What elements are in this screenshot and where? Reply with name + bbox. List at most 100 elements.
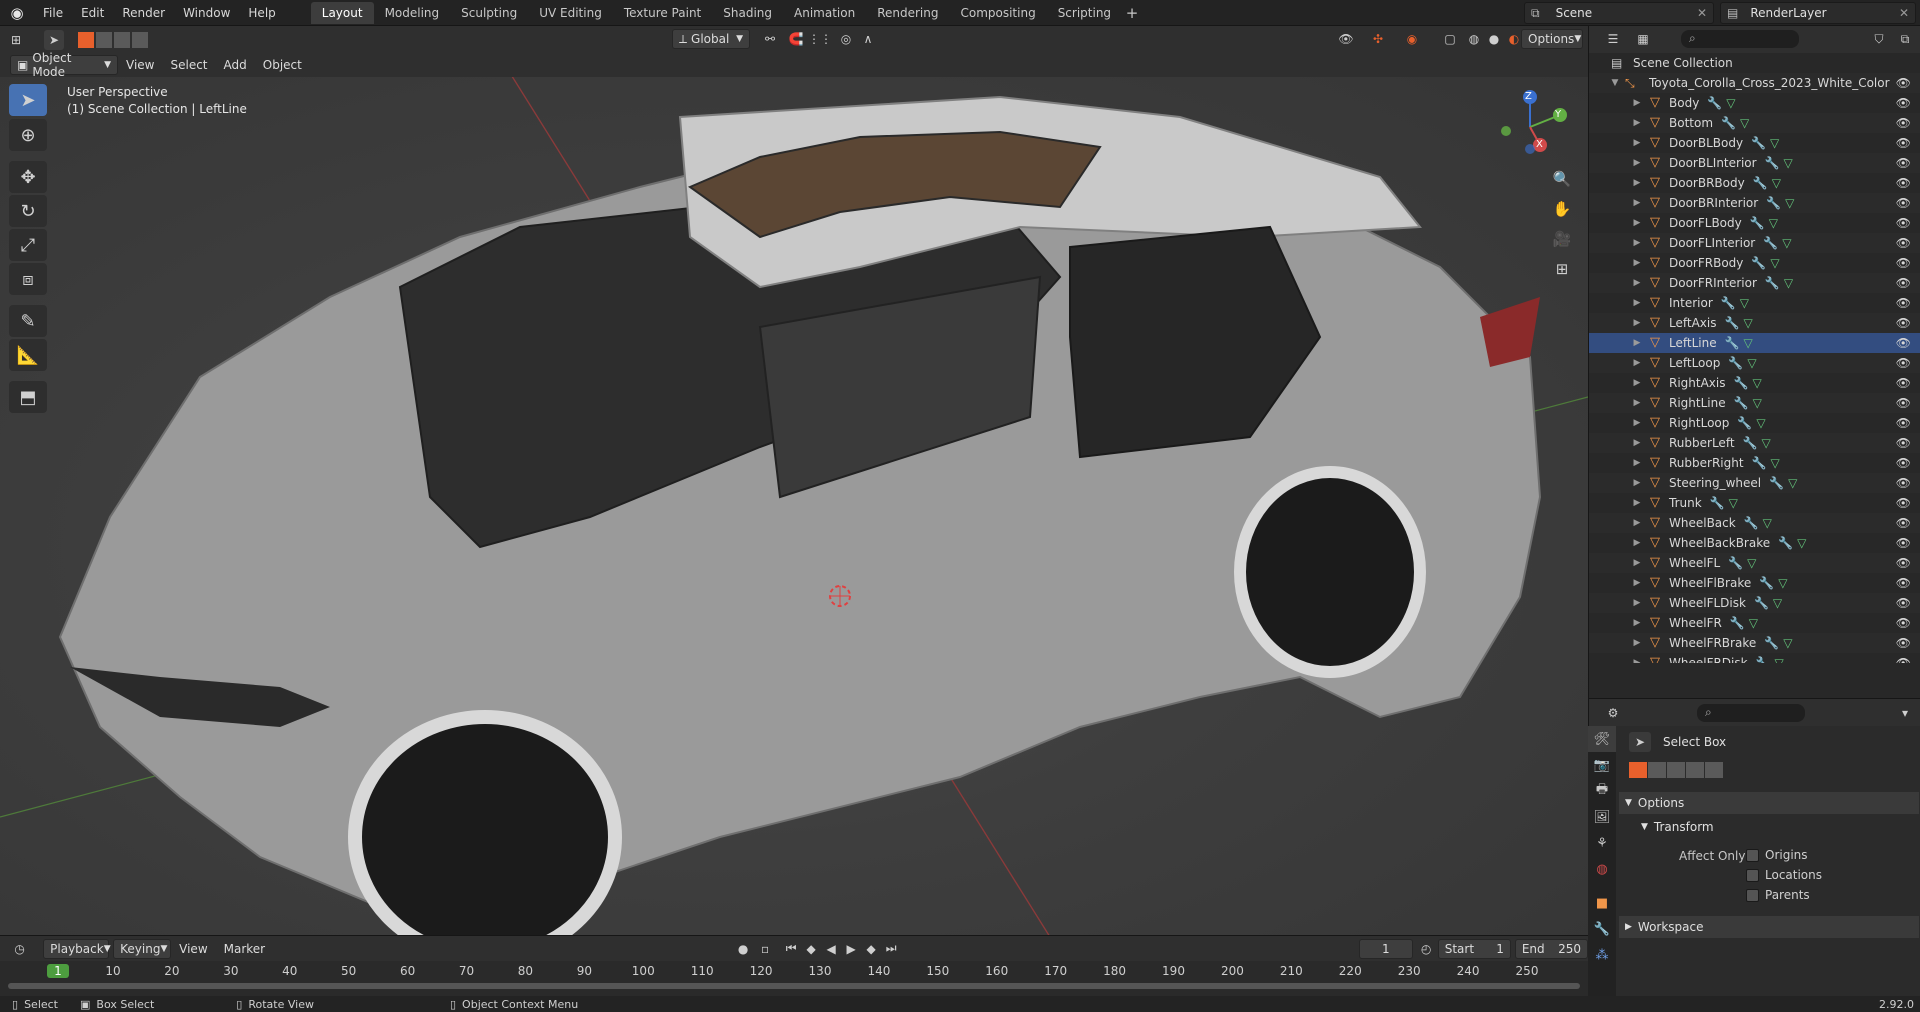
eye-icon[interactable]: 👁: [1896, 516, 1911, 530]
modifier-wrench-icon[interactable]: 🔧: [1721, 116, 1736, 130]
menu-view[interactable]: View: [118, 58, 162, 72]
add-cube-tool[interactable]: ⬒: [9, 381, 47, 413]
modifier-wrench-icon[interactable]: 🔧: [1737, 416, 1752, 430]
mesh-data-icon[interactable]: ▽: [1775, 656, 1784, 663]
scene-selector[interactable]: ⧉ Scene ✕: [1524, 2, 1714, 24]
auto-key-icon[interactable]: ▫: [755, 939, 775, 959]
select-extend-icon[interactable]: [1648, 762, 1666, 778]
chevron-right-icon[interactable]: ▶: [1631, 598, 1643, 608]
annotate-tool[interactable]: ✎: [9, 305, 47, 337]
menu-select[interactable]: Select: [162, 58, 215, 72]
eye-icon[interactable]: 👁: [1896, 356, 1911, 370]
camera-view-icon[interactable]: 🎥: [1548, 225, 1576, 253]
select-tool-icon[interactable]: ➤: [44, 29, 64, 50]
mesh-data-icon[interactable]: ▽: [1783, 636, 1792, 650]
outliner-item[interactable]: ▶ ▽ DoorFLBody 🔧 ▽ 👁: [1589, 213, 1920, 233]
modifier-wrench-icon[interactable]: 🔧: [1743, 436, 1758, 450]
add-workspace-button[interactable]: +: [1122, 2, 1142, 24]
transform-subpanel-header[interactable]: ▼ Transform: [1641, 820, 1714, 834]
tab-scene[interactable]: ⚘: [1588, 830, 1616, 856]
checkbox-icon[interactable]: [1746, 848, 1759, 862]
mesh-data-icon[interactable]: ▽: [1747, 556, 1756, 570]
chevron-right-icon[interactable]: ▶: [1631, 98, 1643, 108]
outliner-item[interactable]: ▶ ▽ RightLine 🔧 ▽ 👁: [1589, 393, 1920, 413]
current-frame-field[interactable]: 1: [1359, 938, 1413, 959]
outliner-item[interactable]: ▶ ▽ WheelBackBrake 🔧 ▽ 👁: [1589, 533, 1920, 553]
eye-icon[interactable]: 👁: [1896, 636, 1911, 650]
close-icon[interactable]: ✕: [1899, 6, 1909, 20]
tab-sculpting[interactable]: Sculpting: [450, 2, 528, 24]
outliner-collection[interactable]: ▼ ⤡ Toyota_Corolla_Cross_2023_White_Color 👁: [1589, 73, 1920, 93]
mesh-data-icon[interactable]: ▽: [1782, 236, 1791, 250]
mesh-data-icon[interactable]: ▽: [1763, 516, 1772, 530]
outliner-item[interactable]: ▶ ▽ Trunk 🔧 ▽ 👁: [1589, 493, 1920, 513]
mesh-data-icon[interactable]: ▽: [1747, 356, 1756, 370]
modifier-wrench-icon[interactable]: 🔧: [1721, 296, 1736, 310]
start-frame-field[interactable]: Start 1: [1437, 938, 1511, 959]
mesh-data-icon[interactable]: ▽: [1769, 216, 1778, 230]
outliner-item[interactable]: ▶ ▽ WheelFR 🔧 ▽ 👁: [1589, 613, 1920, 633]
editor-type-icon[interactable]: ⊞: [6, 30, 26, 50]
options-panel-header[interactable]: ▼ Options: [1619, 792, 1919, 814]
mesh-data-icon[interactable]: ▽: [1753, 396, 1762, 410]
outliner-item[interactable]: ▶ ▽ DoorFRBody 🔧 ▽ 👁: [1589, 253, 1920, 273]
record-icon[interactable]: ●: [733, 939, 753, 959]
eye-icon[interactable]: 👁: [1896, 296, 1911, 310]
timeline-editor-icon[interactable]: ◷: [12, 939, 27, 959]
origins-checkbox[interactable]: Origins: [1746, 848, 1808, 862]
outliner-item[interactable]: ▶ ▽ Steering_wheel 🔧 ▽ 👁: [1589, 473, 1920, 493]
outliner-item[interactable]: ▶ ▽ LeftLine 🔧 ▽ 👁: [1589, 333, 1920, 353]
close-icon[interactable]: ✕: [1697, 6, 1707, 20]
outliner-item[interactable]: ▶ ▽ DoorFRInterior 🔧 ▽ 👁: [1589, 273, 1920, 293]
outliner-item[interactable]: ▶ ▽ WheelBack 🔧 ▽ 👁: [1589, 513, 1920, 533]
menu-file[interactable]: File: [34, 2, 72, 24]
tab-output[interactable]: 🖶: [1588, 778, 1616, 804]
workspace-panel-header[interactable]: ▶ Workspace: [1619, 916, 1919, 938]
outliner-item[interactable]: ▶ ▽ LeftLoop 🔧 ▽ 👁: [1589, 353, 1920, 373]
modifier-wrench-icon[interactable]: 🔧: [1752, 456, 1767, 470]
mesh-data-icon[interactable]: ▽: [1797, 536, 1806, 550]
menu-edit[interactable]: Edit: [72, 2, 113, 24]
select-subtract-icon[interactable]: [1667, 762, 1685, 778]
eye-icon[interactable]: 👁: [1896, 556, 1911, 570]
modifier-wrench-icon[interactable]: 🔧: [1764, 636, 1779, 650]
play-reverse-icon[interactable]: ◀: [821, 939, 841, 959]
mesh-data-icon[interactable]: ▽: [1770, 136, 1779, 150]
chevron-right-icon[interactable]: ▶: [1631, 578, 1643, 588]
modifier-wrench-icon[interactable]: 🔧: [1710, 496, 1725, 510]
modifier-wrench-icon[interactable]: 🔧: [1734, 376, 1749, 390]
eye-icon[interactable]: 👁: [1896, 536, 1911, 550]
chevron-right-icon[interactable]: ▶: [1631, 118, 1643, 128]
editor-type-icon[interactable]: ☰: [1603, 29, 1623, 49]
outliner-root[interactable]: ▤ Scene Collection: [1589, 53, 1920, 73]
tab-texture-paint[interactable]: Texture Paint: [613, 2, 712, 24]
chevron-right-icon[interactable]: ▶: [1631, 158, 1643, 168]
modifier-wrench-icon[interactable]: 🔧: [1744, 516, 1759, 530]
select-new-icon[interactable]: [1629, 762, 1647, 778]
mesh-data-icon[interactable]: ▽: [1743, 316, 1752, 330]
mesh-data-icon[interactable]: ▽: [1778, 576, 1787, 590]
modifier-wrench-icon[interactable]: 🔧: [1763, 236, 1778, 250]
mesh-data-icon[interactable]: ▽: [1740, 116, 1749, 130]
outliner-item[interactable]: ▶ ▽ DoorBLBody 🔧 ▽ 👁: [1589, 133, 1920, 153]
menu-render[interactable]: Render: [113, 2, 174, 24]
locations-checkbox[interactable]: Locations: [1746, 868, 1822, 882]
modifier-wrench-icon[interactable]: 🔧: [1766, 196, 1781, 210]
chevron-right-icon[interactable]: ▶: [1631, 558, 1643, 568]
clock-icon[interactable]: ◴: [1419, 939, 1434, 959]
wireframe-shading-icon[interactable]: ◍: [1464, 29, 1484, 49]
chevron-right-icon[interactable]: ▶: [1631, 618, 1643, 628]
outliner-item[interactable]: ▶ ▽ Body 🔧 ▽ 👁: [1589, 93, 1920, 113]
playback-menu[interactable]: Playback ▼: [43, 938, 111, 959]
mesh-data-icon[interactable]: ▽: [1740, 296, 1749, 310]
editor-type-icon[interactable]: ⚙: [1603, 703, 1623, 723]
chevron-right-icon[interactable]: ▶: [1631, 298, 1643, 308]
tab-rendering[interactable]: Rendering: [866, 2, 949, 24]
tab-compositing[interactable]: Compositing: [949, 2, 1046, 24]
eye-icon[interactable]: 👁: [1896, 176, 1911, 190]
outliner-item[interactable]: ▶ ▽ WheelFLDisk 🔧 ▽ 👁: [1589, 593, 1920, 613]
chevron-right-icon[interactable]: ▶: [1631, 458, 1643, 468]
eye-icon[interactable]: 👁: [1896, 156, 1911, 170]
tab-layout[interactable]: Layout: [310, 1, 374, 24]
falloff-icon[interactable]: ∧: [858, 29, 878, 49]
